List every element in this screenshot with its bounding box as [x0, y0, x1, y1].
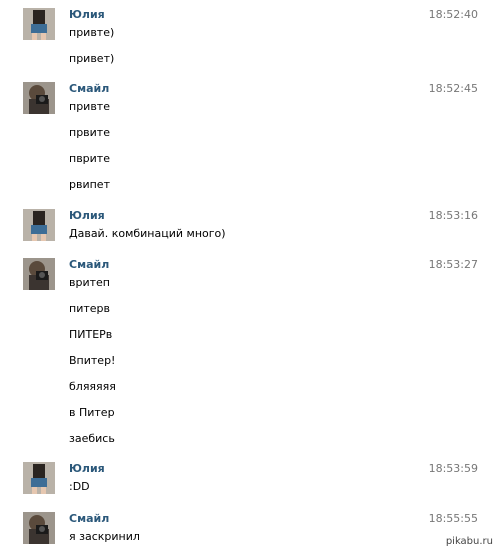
message-text: пврите	[69, 152, 110, 165]
message-author[interactable]: Юлия	[69, 8, 105, 21]
avatar-smile[interactable]	[23, 258, 55, 290]
message-text: вритеп	[69, 276, 110, 289]
message-text: ПИТЕРв	[69, 328, 113, 341]
avatar-smile[interactable]	[23, 512, 55, 544]
message-time: 18:53:59	[428, 462, 478, 475]
message-author[interactable]: Юлия	[69, 462, 105, 475]
message-time: 18:53:16	[428, 209, 478, 222]
message-author[interactable]: Смайл	[69, 512, 109, 525]
message-author[interactable]: Смайл	[69, 82, 109, 95]
message-time: 18:52:40	[428, 8, 478, 21]
message-text: Впитер!	[69, 354, 116, 367]
message-time: 18:52:45	[428, 82, 478, 95]
message-author[interactable]: Смайл	[69, 258, 109, 271]
message-text: привет)	[69, 52, 115, 65]
message-text: привте	[69, 100, 110, 113]
message-text: в Питер	[69, 406, 115, 419]
message-text: я заскринил	[69, 530, 140, 543]
avatar-smile[interactable]	[23, 82, 55, 114]
message-text: :DD	[69, 480, 90, 493]
message-text: рвипет	[69, 178, 110, 191]
message-text: питерв	[69, 302, 110, 315]
avatar-yulia[interactable]	[23, 8, 55, 40]
message-time: 18:55:55	[428, 512, 478, 525]
chat-history: Юлия 18:52:40 привте) привет) Смайл 18:5…	[0, 0, 500, 550]
message-text: бляяяяя	[69, 380, 116, 393]
message-text: Давай. комбинаций много)	[69, 227, 226, 240]
avatar-yulia[interactable]	[23, 462, 55, 494]
message-text: заебись	[69, 432, 115, 445]
message-time: 18:53:27	[428, 258, 478, 271]
avatar-yulia[interactable]	[23, 209, 55, 241]
watermark: pikabu.ru	[442, 535, 496, 548]
message-text: привте)	[69, 26, 115, 39]
message-text: првите	[69, 126, 110, 139]
message-author[interactable]: Юлия	[69, 209, 105, 222]
